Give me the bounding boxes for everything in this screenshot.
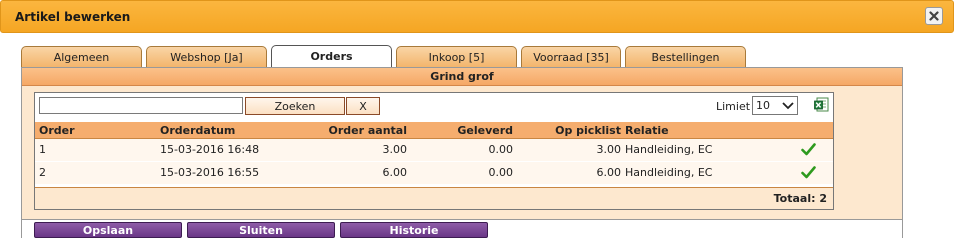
tab-panel: Grind grof Zoeken X Limiet 10 Order Orde… [21,67,903,238]
delivered-quantity: 0.00 [488,166,514,179]
delivered-quantity: 0.00 [488,143,514,156]
order-quantity: 6.00 [382,166,408,179]
content-area: Zoeken X Limiet 10 Order Orderdatum Orde… [22,86,902,219]
grid-footer: Totaal: 2 [35,187,833,209]
tab-orders[interactable]: Orders [271,45,392,67]
search-button[interactable]: Zoeken [245,97,345,115]
order-date: 15-03-2016 16:55 [160,166,260,179]
tab-bestellingen[interactable]: Bestellingen [625,46,746,67]
grid-header: Order Orderdatum Order aantal Geleverd O… [35,122,833,139]
orders-grid: Zoeken X Limiet 10 Order Orderdatum Orde… [34,92,834,210]
tab-bar: Algemeen Webshop [Ja] Orders Inkoop [5] … [21,45,750,67]
table-row[interactable]: 2 15-03-2016 16:55 6.00 0.00 6.00 Handle… [35,162,833,184]
tab-label: Orders [310,50,353,63]
section-title: Grind grof [22,68,902,86]
save-button[interactable]: Opslaan [34,222,182,238]
close-icon [929,11,939,21]
relation: Handleiding, EC [625,143,713,156]
history-button[interactable]: Historie [340,222,488,238]
column-header-order[interactable]: Order [39,124,75,137]
window-title: Artikel bewerken [15,10,131,24]
column-header-relatie[interactable]: Relatie [625,124,669,137]
limit-select[interactable]: 10 [752,96,798,115]
picklist-quantity: 3.00 [596,143,622,156]
window-titlebar: Artikel bewerken [0,0,954,33]
checkmark-icon [801,166,816,179]
tab-label: Algemeen [53,50,110,64]
column-header-order-aantal[interactable]: Order aantal [329,124,408,137]
search-input[interactable] [39,97,243,114]
total-count: Totaal: 2 [773,192,827,205]
chevron-down-icon [782,101,794,109]
limit-label: Limiet [716,100,751,113]
clear-search-button[interactable]: X [346,97,380,115]
column-header-op-picklist[interactable]: Op picklist [555,124,621,137]
column-header-orderdatum[interactable]: Orderdatum [160,124,235,137]
order-number: 1 [39,143,46,156]
table-row[interactable]: 1 15-03-2016 16:48 3.00 0.00 3.00 Handle… [35,139,833,161]
excel-export-icon[interactable] [814,97,829,112]
column-header-geleverd[interactable]: Geleverd [457,124,513,137]
tab-label: Voorraad [35] [533,50,609,64]
checkmark-icon [801,143,816,156]
tab-webshop[interactable]: Webshop [Ja] [146,46,267,67]
order-quantity: 3.00 [382,143,408,156]
picklist-quantity: 6.00 [596,166,622,179]
tab-algemeen[interactable]: Algemeen [21,46,142,67]
action-bar: Opslaan Sluiten Historie [22,219,902,238]
close-button[interactable]: Sluiten [187,222,335,238]
order-number: 2 [39,166,46,179]
order-date: 15-03-2016 16:48 [160,143,260,156]
tab-label: Bestellingen [651,50,720,64]
relation: Handleiding, EC [625,166,713,179]
close-window-button[interactable] [925,7,943,25]
tab-label: Inkoop [5] [428,50,485,64]
tab-voorraad[interactable]: Voorraad [35] [521,46,621,67]
tab-label: Webshop [Ja] [170,50,243,64]
limit-value: 10 [756,99,770,112]
tab-inkoop[interactable]: Inkoop [5] [396,46,517,67]
